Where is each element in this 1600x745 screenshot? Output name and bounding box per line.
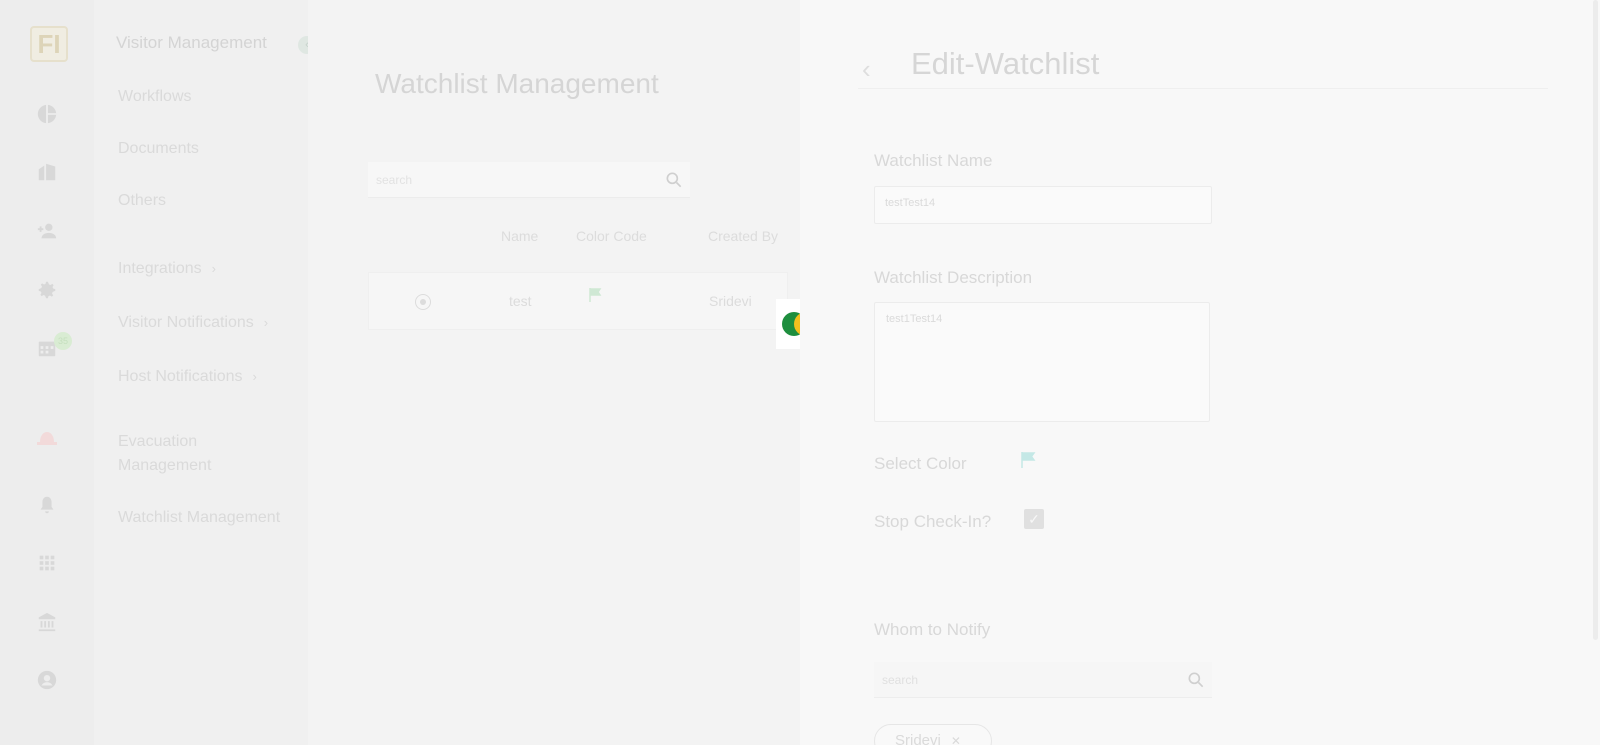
grid-icon[interactable] [36,552,58,574]
gear-icon[interactable] [36,279,58,301]
row-radio[interactable] [415,294,431,310]
subnav-item-integrations[interactable]: Integrations › [118,257,216,281]
pie-chart-icon[interactable] [36,103,58,125]
bell-icon[interactable] [36,494,58,516]
subnav-item-workflows[interactable]: Workflows [118,85,192,109]
chip-label: Sridevi [895,732,941,745]
page-title: Watchlist Management [375,68,659,99]
row-created-by: Sridevi [709,293,752,309]
notify-search-input[interactable]: search [874,662,1212,698]
account-icon[interactable] [36,669,58,691]
back-arrow-icon[interactable]: ‹ [862,54,871,85]
search-input[interactable]: search [368,162,690,198]
watchlist-description-input[interactable]: test1Test14 [874,302,1210,422]
notification-badge: 35 [54,332,72,350]
column-header-color-code: Color Code [576,228,647,244]
chevron-right-icon: › [211,261,216,276]
notify-chip[interactable]: Sridevi ✕ [874,724,992,745]
stop-checkin-checkbox[interactable]: ✓ [1024,509,1044,529]
subnav-header: Visitor Management [116,33,267,52]
subnav-item-visitor-notifications[interactable]: Visitor Notifications › [118,311,268,335]
subnav-item-documents[interactable]: Documents [118,137,199,161]
subnav-item-watchlist[interactable]: Watchlist Management [118,506,280,530]
scrollbar[interactable] [1593,0,1598,640]
chevron-right-icon: › [252,369,257,384]
main-content: Watchlist Management search Name Color C… [308,0,800,745]
subnav-item-others[interactable]: Others [118,189,166,213]
app-logo: FI [30,26,68,62]
divider [858,88,1548,89]
subnav-panel: Visitor Management ‹ Workflows Documents… [94,0,316,745]
stop-checkin-label: Stop Check-In? [874,512,992,531]
subnav-item-host-notifications[interactable]: Host Notifications › [118,365,257,389]
watchlist-name-label: Watchlist Name [874,151,993,170]
alarm-icon[interactable] [33,422,61,448]
whom-to-notify-label: Whom to Notify [874,620,991,639]
icon-rail: FI 35 [0,0,94,745]
select-color-label: Select Color [874,454,967,473]
close-icon[interactable]: ✕ [951,734,961,745]
watchlist-name-input[interactable]: testTest14 [874,186,1212,224]
table-row[interactable]: test Sridevi [368,272,788,330]
subnav-item-evacuation[interactable]: Evacuation Management [118,430,238,478]
flag-icon [587,287,603,306]
column-header-created-by: Created By [708,228,779,244]
add-person-icon[interactable] [36,220,58,242]
row-name: test [509,293,532,309]
edit-watchlist-panel: ‹ Edit-Watchlist Watchlist Name testTest… [800,0,1600,745]
column-header-name: Name [501,228,539,244]
notify-search-placeholder: search [882,673,919,687]
watchlist-description-label: Watchlist Description [874,268,1033,287]
search-icon[interactable] [1186,670,1206,690]
panel-title: Edit-Watchlist [911,46,1100,81]
search-placeholder: search [376,173,413,187]
color-flag-icon[interactable] [1019,451,1037,469]
bank-icon[interactable] [36,611,58,633]
building-icon[interactable] [36,161,58,183]
chevron-right-icon: › [263,315,269,330]
search-icon[interactable] [664,170,684,190]
